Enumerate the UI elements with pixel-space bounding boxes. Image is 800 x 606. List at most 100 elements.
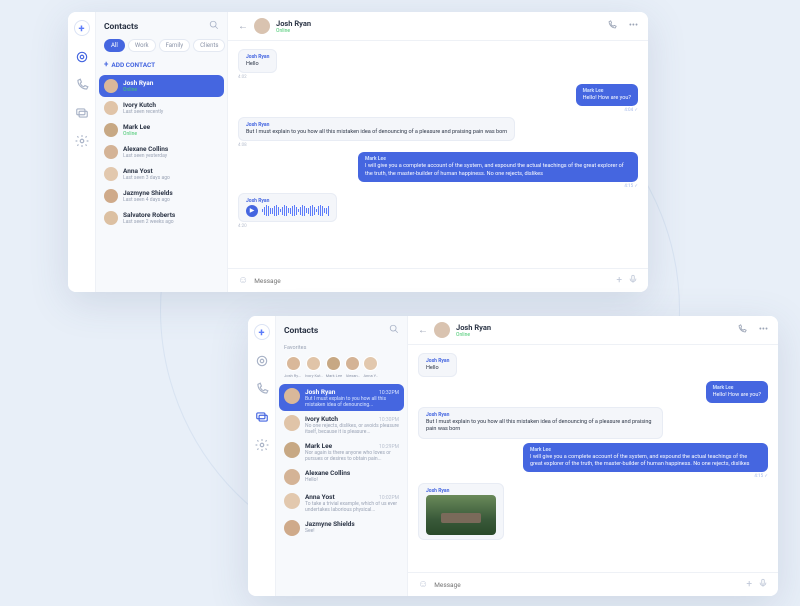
- contact-item[interactable]: Mark Lee10:29PMNor again is there anyone…: [276, 438, 407, 465]
- attach-icon[interactable]: +: [746, 579, 752, 590]
- search-icon[interactable]: [389, 324, 399, 337]
- contact-preview: But I must explain to you how all this m…: [305, 396, 399, 407]
- phone-icon[interactable]: [75, 78, 89, 92]
- avatar: [284, 388, 300, 404]
- avatar[interactable]: [434, 322, 450, 338]
- contact-name: Mark Lee: [305, 442, 332, 450]
- back-icon[interactable]: ←: [418, 325, 428, 336]
- contact-item[interactable]: Anna YostLast seen 3 days ago: [96, 163, 227, 185]
- contact-list: Josh RyanOnlineIvory KutchLast seen rece…: [96, 75, 227, 292]
- favorite-contact[interactable]: Josh Ryan: [284, 356, 302, 378]
- call-icon[interactable]: [737, 324, 747, 337]
- mic-icon[interactable]: [758, 578, 768, 591]
- chat-contact-status: Online: [276, 28, 595, 34]
- filter-tab[interactable]: Clients: [193, 39, 225, 52]
- contact-item[interactable]: Jazmyne ShieldsLast seen 4 days ago: [96, 185, 227, 207]
- contact-item[interactable]: Josh RyanOnline: [99, 75, 224, 97]
- emoji-icon[interactable]: ☺: [418, 579, 428, 590]
- play-icon[interactable]: ▶: [246, 205, 258, 217]
- contact-item[interactable]: Alexane CollinsHello!: [276, 465, 407, 489]
- contact-preview: To take a trivial example, which of us e…: [305, 501, 399, 512]
- contact-name: Mark Lee: [123, 123, 219, 131]
- plus-icon: +: [104, 60, 108, 69]
- attach-icon[interactable]: +: [616, 275, 622, 286]
- dashboard-icon[interactable]: [75, 50, 89, 64]
- favorite-label: Josh Ryan: [284, 373, 302, 378]
- contact-name: Ivory Kutch: [123, 101, 219, 109]
- avatar[interactable]: [254, 18, 270, 34]
- message-input[interactable]: [254, 277, 610, 285]
- chat-window-1: + Contacts AllWorkFamilyClients + ADD CO…: [68, 12, 648, 292]
- avatar: [284, 415, 300, 431]
- favorite-contact[interactable]: Ivory Kut..: [305, 356, 323, 378]
- mic-icon[interactable]: [628, 274, 638, 287]
- message: Mark LeeI will give you a complete accou…: [358, 152, 638, 188]
- chat-icon[interactable]: [75, 106, 89, 120]
- message-body: But I must explain to you how all this m…: [426, 419, 655, 433]
- avatar: [104, 167, 118, 181]
- search-icon[interactable]: [209, 20, 219, 33]
- filter-tab[interactable]: Family: [159, 39, 191, 52]
- favorite-label: Anna Y..: [363, 373, 377, 378]
- new-icon[interactable]: +: [254, 324, 270, 340]
- message: Josh RyanBut I must explain to you how a…: [238, 117, 515, 148]
- message-body: Hello: [246, 61, 269, 68]
- composer: ☺ +: [228, 268, 648, 292]
- voice-message[interactable]: ▶: [246, 205, 329, 217]
- favorite-contact[interactable]: Alexan..: [345, 356, 360, 378]
- contact-item[interactable]: Salvatore RobertsLast seen 2 weeks ago: [96, 207, 227, 229]
- contact-item[interactable]: Josh Ryan10:32PMBut I must explain to yo…: [279, 384, 404, 411]
- contact-list: Josh Ryan10:32PMBut I must explain to yo…: [276, 384, 407, 596]
- message-input[interactable]: [434, 581, 740, 589]
- contact-name: Anna Yost: [123, 167, 219, 175]
- message-sender: Mark Lee: [365, 156, 631, 162]
- chat-header: ← Josh Ryan Online •••: [228, 12, 648, 41]
- message-list: Josh RyanHello Mark LeeHello! How are you…: [408, 345, 778, 572]
- contact-status: Online: [123, 131, 219, 137]
- contact-item[interactable]: Mark LeeOnline: [96, 119, 227, 141]
- avatar: [104, 211, 118, 225]
- emoji-icon[interactable]: ☺: [238, 275, 248, 286]
- phone-icon[interactable]: [255, 382, 269, 396]
- contact-name: Alexane Collins: [123, 145, 219, 153]
- favorite-contact[interactable]: Mark Lee: [326, 356, 342, 378]
- message: Josh RyanHello: [418, 353, 457, 377]
- dashboard-icon[interactable]: [255, 354, 269, 368]
- contact-item[interactable]: Ivory Kutch10:30PMNo one rejects, dislik…: [276, 411, 407, 438]
- favorite-contact[interactable]: Anna Y..: [363, 356, 378, 378]
- call-icon[interactable]: [607, 20, 617, 33]
- favorite-label: Mark Lee: [326, 373, 342, 378]
- add-contact-label: ADD CONTACT: [111, 61, 155, 69]
- contact-status: Last seen 2 weeks ago: [123, 219, 219, 225]
- filter-tab[interactable]: All: [104, 39, 125, 52]
- avatar: [284, 469, 300, 485]
- contact-item[interactable]: Ivory KutchLast seen recently: [96, 97, 227, 119]
- contact-item[interactable]: Alexane CollinsLast seen yesterday: [96, 141, 227, 163]
- chat-panel: ← Josh Ryan Online ••• Josh RyanHello4:0…: [228, 12, 648, 292]
- more-icon[interactable]: •••: [629, 21, 638, 31]
- settings-icon[interactable]: [75, 134, 89, 148]
- new-icon[interactable]: +: [74, 20, 90, 36]
- contact-preview: Hello!: [305, 477, 399, 483]
- contacts-title: Contacts: [284, 326, 318, 336]
- more-icon[interactable]: •••: [759, 325, 768, 335]
- avatar: [284, 442, 300, 458]
- filter-tab[interactable]: Work: [128, 39, 156, 52]
- message-sender: Mark Lee: [713, 385, 761, 391]
- message-time: 4:20: [238, 224, 337, 229]
- waveform-icon: [262, 205, 329, 217]
- contact-name: Josh Ryan: [305, 388, 335, 396]
- contact-item[interactable]: Jazmyne ShieldsSee!: [276, 516, 407, 540]
- contact-name: Alexane Collins: [305, 469, 350, 477]
- chat-icon[interactable]: [255, 410, 269, 424]
- back-icon[interactable]: ←: [238, 21, 248, 32]
- message-time: 4:15 ✓: [358, 184, 638, 189]
- contact-name: Jazmyne Shields: [123, 189, 219, 197]
- settings-icon[interactable]: [255, 438, 269, 452]
- contact-item[interactable]: Anna Yost10:02PMTo take a trivial exampl…: [276, 489, 407, 516]
- contact-status: Last seen yesterday: [123, 153, 219, 159]
- add-contact-button[interactable]: + ADD CONTACT: [96, 58, 227, 75]
- message: Mark LeeHello! How are you?: [706, 381, 768, 403]
- message: Josh RyanHello4:02: [238, 49, 277, 80]
- image-attachment[interactable]: [426, 495, 496, 535]
